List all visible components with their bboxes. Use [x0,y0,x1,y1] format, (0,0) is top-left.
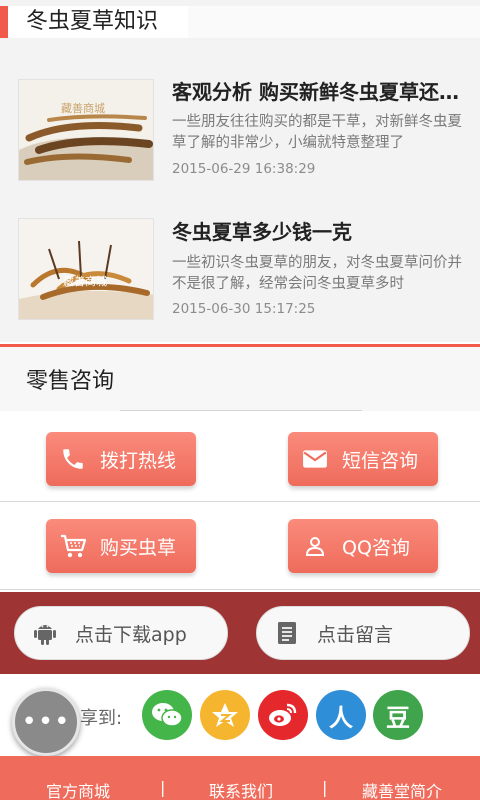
article-list: 藏善商城 客观分析 购买新鲜冬虫夏草还是干草 一些朋友往往购买的都是干草，对新鲜… [0,46,480,342]
wechat-icon[interactable] [142,690,192,740]
person-icon [288,519,342,573]
footer-link-about[interactable]: 藏善堂简介 [362,778,442,800]
sms-consult-button[interactable]: 短信咨询 [288,432,438,486]
renren-glyph: 人 [329,703,353,732]
phone-icon [46,432,100,486]
call-hotline-label: 拨打热线 [100,449,177,472]
watermark-text: 藏善商城 [63,274,107,288]
article-thumbnail[interactable]: 藏善商城 [18,218,154,320]
download-app-label: 点击下载app [75,623,187,646]
buy-cordyceps-button[interactable]: 购买虫草 [46,519,196,573]
download-band: 点击下载app 点击留言 [0,592,480,674]
qq-consult-button[interactable]: QQ咨询 [288,519,438,573]
qzone-icon[interactable] [200,690,250,740]
cart-icon [46,519,100,573]
article-thumbnail[interactable]: 藏善商城 [18,79,154,181]
article-title[interactable]: 客观分析 购买新鲜冬虫夏草还是干草 [172,79,462,105]
consult-header: 零售咨询 [0,347,480,411]
section-accent-bar [0,6,8,38]
article-summary: 一些朋友往往购买的都是干草，对新鲜冬虫夏草了解的非常少，小编就特意整理了 [172,114,462,151]
section-title-tail [188,6,480,38]
douban-glyph: 豆 [386,703,410,732]
article-item[interactable]: 藏善商城 冬虫夏草多少钱一克 一些初识冬虫夏草的朋友，对冬虫夏草问价并不是很了解… [0,186,480,326]
consult-divider [120,410,362,411]
android-icon [15,620,75,646]
footer-separator: | [322,778,328,797]
footer-link-contact[interactable]: 联系我们 [209,778,273,800]
qq-consult-label: QQ咨询 [342,536,410,559]
memo-icon [257,621,317,645]
section-header: 冬虫夏草知识 [0,0,480,46]
footer-link-shop[interactable]: 官方商城 [46,778,110,800]
consult-row-1: 拨打热线 短信咨询 [0,414,480,502]
article-title[interactable]: 冬虫夏草多少钱一克 [172,219,462,245]
consult-title: 零售咨询 [26,369,115,394]
footer-separator: | [160,778,166,797]
more-icon: ••• [21,707,71,737]
article-date: 2015-06-30 15:17:25 [172,301,316,317]
envelope-icon [288,432,342,486]
section-title: 冬虫夏草知识 [8,6,188,38]
footer-nav: 官方商城 | 联系我们 | 藏善堂简介 [0,756,480,800]
consult-row-2: 购买虫草 QQ咨询 [0,502,480,590]
sms-consult-label: 短信咨询 [342,449,419,472]
floating-menu-button[interactable]: ••• [12,688,80,756]
download-app-button[interactable]: 点击下载app [14,606,228,660]
watermark-text: 藏善商城 [61,101,105,115]
buy-cordyceps-label: 购买虫草 [100,536,177,559]
douban-icon[interactable]: 豆 [373,690,423,740]
leave-message-button[interactable]: 点击留言 [256,606,470,660]
renren-icon[interactable]: 人 [316,690,366,740]
weibo-icon[interactable] [258,690,308,740]
call-hotline-button[interactable]: 拨打热线 [46,432,196,486]
article-item[interactable]: 藏善商城 客观分析 购买新鲜冬虫夏草还是干草 一些朋友往往购买的都是干草，对新鲜… [0,46,480,186]
leave-message-label: 点击留言 [317,623,394,646]
article-date: 2015-06-29 16:38:29 [172,161,316,177]
article-summary: 一些初识冬虫夏草的朋友，对冬虫夏草问价并不是很了解，经常会问冬虫夏草多时 [172,255,462,292]
